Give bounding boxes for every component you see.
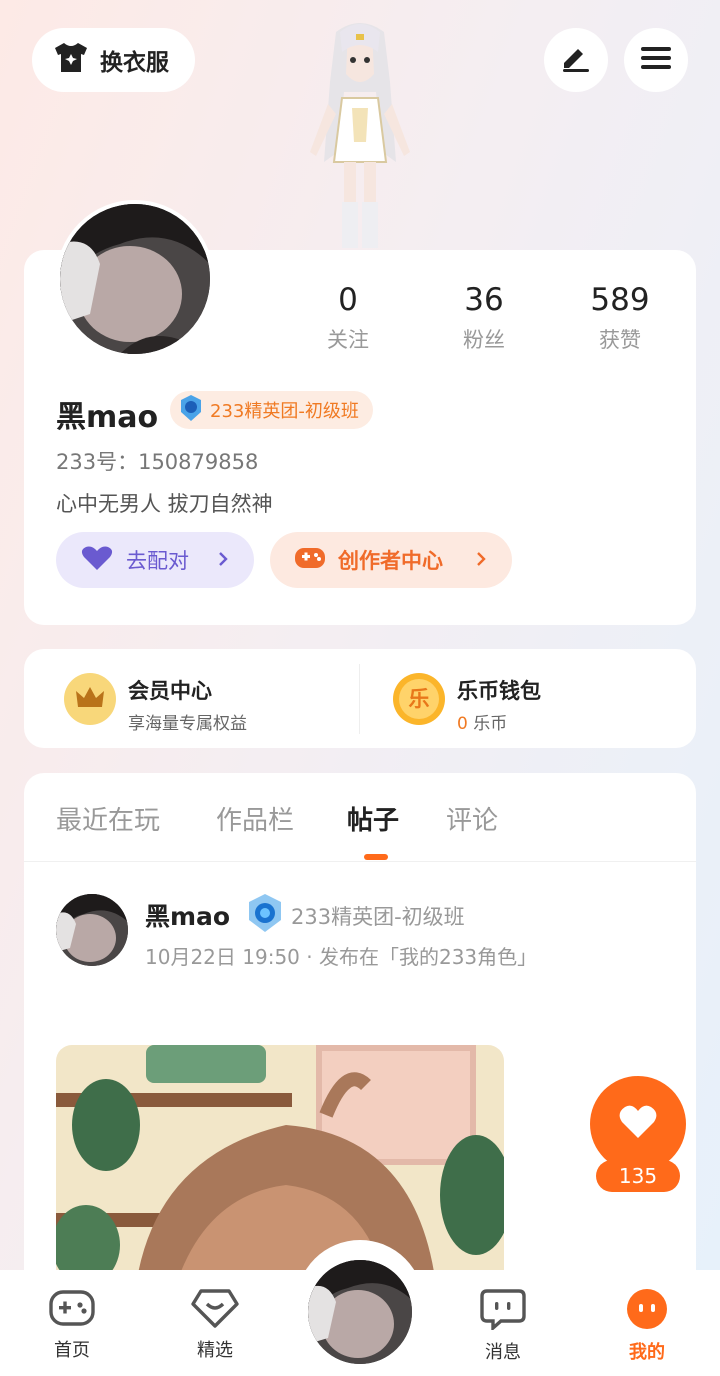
nav-featured[interactable]: 精选	[170, 1288, 260, 1362]
user-id: 233号：150879858	[56, 450, 259, 474]
tab-comments[interactable]: 评论	[446, 800, 498, 837]
stat-following[interactable]: 0 关注	[288, 282, 408, 354]
chevron-right-icon	[476, 548, 486, 572]
tab-works[interactable]: 作品栏	[216, 800, 294, 837]
like-button[interactable]	[590, 1076, 686, 1172]
crown-icon	[64, 673, 116, 725]
vip-center-subtitle: 享海量专属权益	[128, 714, 247, 734]
likes-count: 589	[590, 282, 650, 318]
divider	[24, 861, 696, 862]
pair-button[interactable]: 去配对	[56, 532, 254, 588]
nav-messages[interactable]: 消息	[458, 1288, 548, 1364]
coin-icon: 乐	[393, 673, 445, 725]
followers-label: 粉丝	[463, 328, 505, 352]
outfit-label: 换衣服	[100, 50, 169, 76]
tab-recently-played[interactable]: 最近在玩	[56, 800, 160, 837]
wallet-title: 乐币钱包	[457, 679, 541, 703]
following-label: 关注	[327, 328, 369, 352]
bio: 心中无男人 拔刀自然神	[56, 492, 273, 516]
gamepad-icon	[48, 1288, 96, 1332]
tab-posts[interactable]: 帖子	[347, 800, 399, 837]
vip-center-title: 会员中心	[128, 679, 212, 703]
rank-medal-icon	[246, 893, 284, 937]
nav-home-label: 首页	[54, 1340, 90, 1361]
wallet-balance: 0 乐币	[457, 709, 541, 734]
avatar-character-figure[interactable]	[278, 12, 442, 254]
nav-home[interactable]: 首页	[27, 1288, 117, 1362]
menu-icon	[641, 46, 671, 74]
me-icon	[624, 1288, 670, 1334]
creator-center-label: 创作者中心	[338, 549, 443, 573]
active-tab-indicator	[364, 854, 388, 860]
rank-medal-icon	[178, 394, 204, 426]
coin-glyph: 乐	[399, 679, 439, 719]
shirt-icon	[52, 41, 90, 79]
menu-button[interactable]	[624, 28, 688, 92]
outfit-button[interactable]: 换衣服	[32, 28, 195, 92]
post-meta: 10月22日 19:50 · 发布在「我的233角色」	[145, 945, 538, 969]
rank-badge[interactable]: 233精英团-初级班	[170, 391, 373, 429]
post-image[interactable]	[56, 1045, 504, 1285]
nav-me-label: 我的	[629, 1342, 665, 1363]
nav-messages-label: 消息	[485, 1342, 521, 1363]
creator-center-button[interactable]: 创作者中心	[270, 532, 512, 588]
vip-center-entry[interactable]: 会员中心 享海量专属权益	[128, 675, 247, 734]
message-icon	[479, 1288, 527, 1334]
avatar[interactable]	[56, 200, 214, 358]
gamepad-icon	[294, 545, 326, 576]
username: 黑mao	[56, 400, 159, 435]
heart-icon	[80, 545, 114, 576]
nav-featured-label: 精选	[197, 1340, 233, 1361]
divider	[359, 664, 360, 734]
pen-icon	[560, 43, 592, 77]
member-card	[24, 649, 696, 748]
wallet-amount: 0	[457, 714, 468, 734]
like-count: 135	[596, 1160, 680, 1192]
following-count: 0	[338, 282, 358, 318]
heart-icon	[618, 1104, 658, 1144]
post-author-name[interactable]: 黑mao	[145, 897, 230, 933]
wallet-entry[interactable]: 乐币钱包 0 乐币	[457, 675, 541, 734]
stat-likes[interactable]: 589 获赞	[560, 282, 680, 354]
nav-me[interactable]: 我的	[602, 1288, 692, 1364]
likes-label: 获赞	[599, 328, 641, 352]
chevron-right-icon	[218, 548, 228, 572]
wallet-unit: 乐币	[473, 714, 508, 734]
stat-followers[interactable]: 36 粉丝	[424, 282, 544, 354]
followers-count: 36	[464, 282, 504, 318]
post-author-badge: 233精英团-初级班	[291, 905, 465, 929]
edit-profile-button[interactable]	[544, 28, 608, 92]
nav-center-avatar[interactable]	[304, 1256, 416, 1368]
pair-label: 去配对	[126, 549, 189, 573]
post-author-avatar[interactable]	[56, 894, 128, 966]
heart-chat-icon	[191, 1288, 239, 1332]
rank-badge-label: 233精英团-初级班	[210, 401, 359, 422]
